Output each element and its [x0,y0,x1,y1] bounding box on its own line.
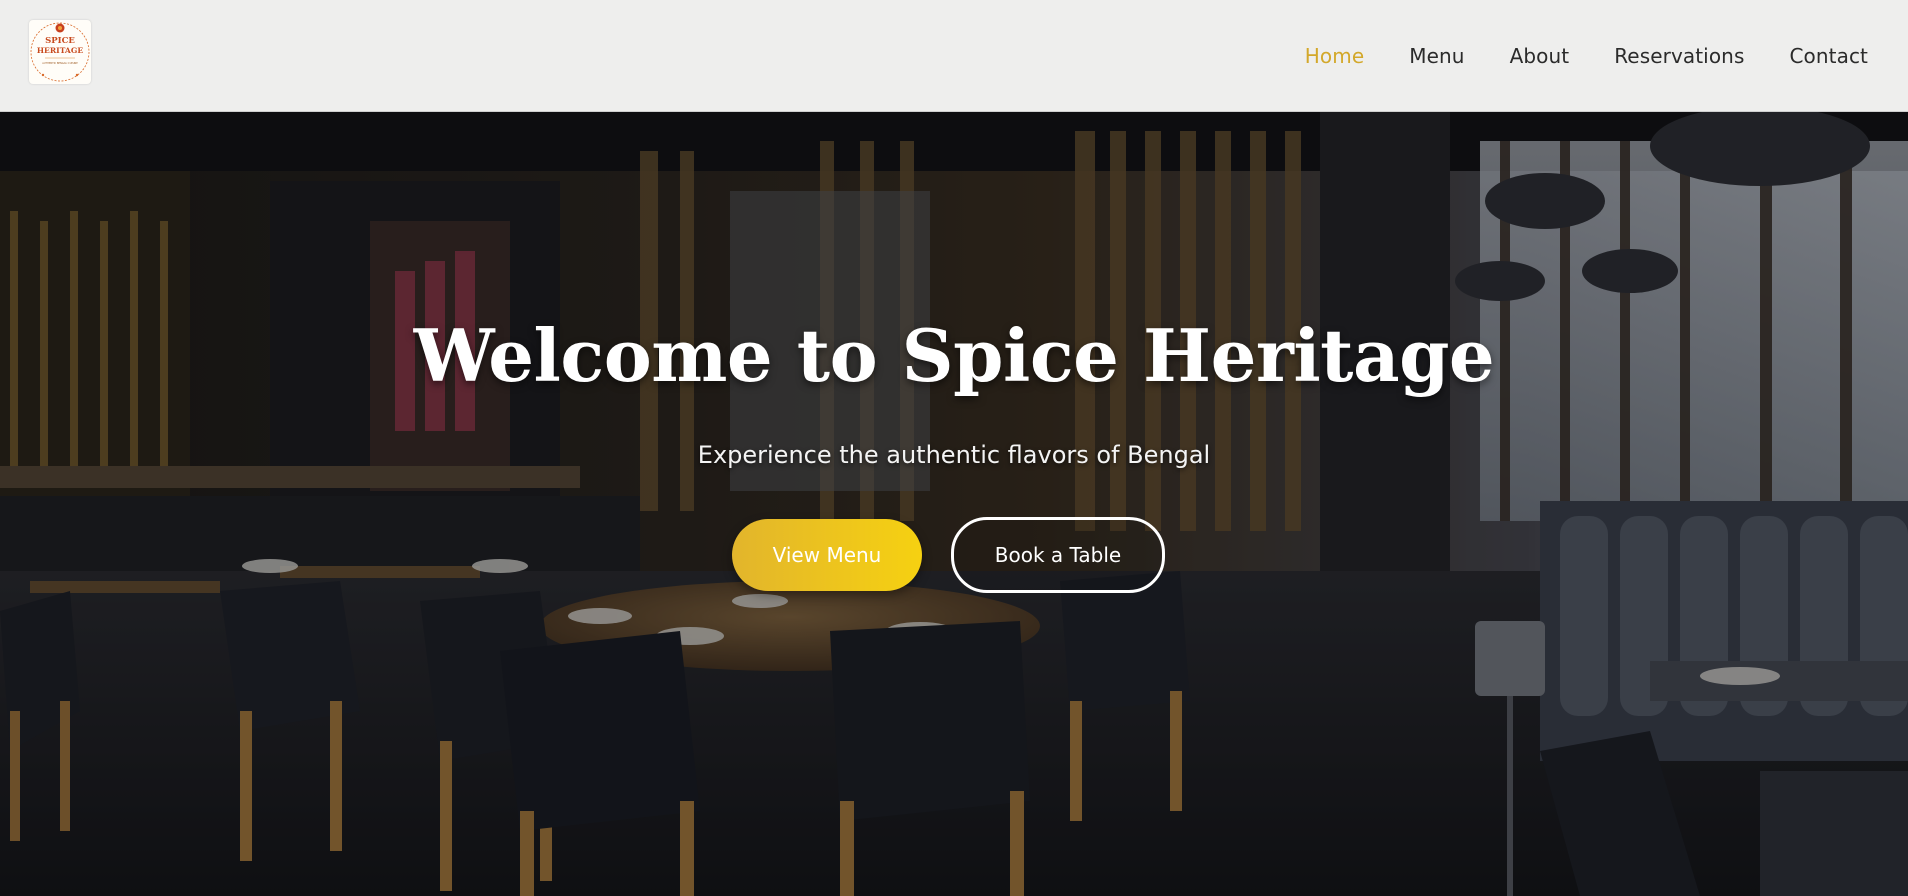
dark-overlay [0,111,1908,896]
view-menu-button[interactable]: View Menu [732,519,922,591]
site-header: SPICE HERITAGE AUTHENTIC BENGALI CUISINE… [0,0,1908,112]
page: SPICE HERITAGE AUTHENTIC BENGALI CUISINE… [0,0,1908,896]
restaurant-logo[interactable]: SPICE HERITAGE AUTHENTIC BENGALI CUISINE [29,20,91,84]
hero-subtitle: Experience the authentic flavors of Beng… [697,441,1211,469]
nav-reservations[interactable]: Reservations [1614,44,1744,68]
logo-emblem-icon: SPICE HERITAGE AUTHENTIC BENGALI CUISINE [30,22,90,82]
logo-tagline: AUTHENTIC BENGALI CUISINE [42,62,78,65]
nav-home[interactable]: Home [1305,44,1364,68]
main-nav: Home Menu About Reservations Contact [1305,0,1868,111]
logo-line-2: HERITAGE [37,46,83,55]
nav-about[interactable]: About [1510,44,1570,68]
logo-line-1: SPICE [45,36,75,46]
nav-contact[interactable]: Contact [1789,44,1868,68]
nav-menu[interactable]: Menu [1409,44,1464,68]
book-table-button[interactable]: Book a Table [951,517,1165,593]
hero-title: Welcome to Spice Heritage [413,313,1495,398]
hero-background [0,111,1908,896]
